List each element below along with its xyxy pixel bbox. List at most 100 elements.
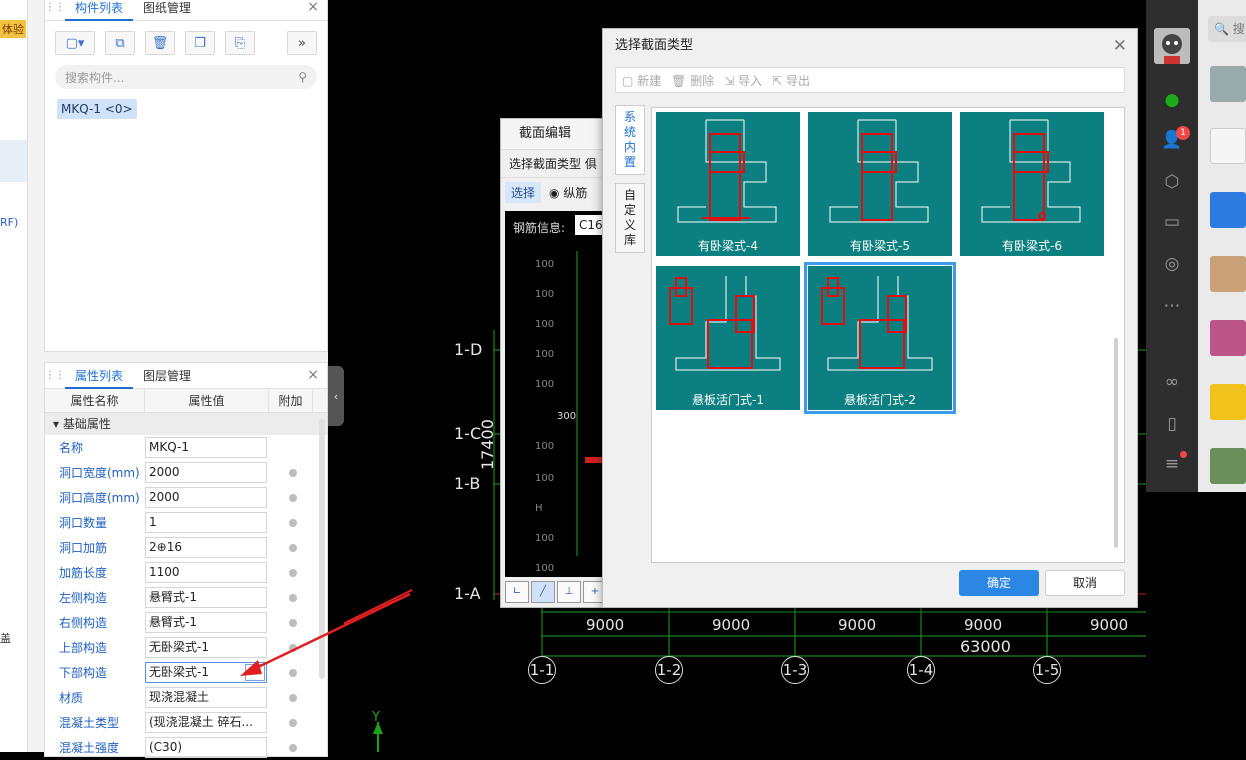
property-value-field[interactable]: 2⊕16 xyxy=(145,537,267,558)
property-row[interactable]: 右侧构造 悬臂式-1 xyxy=(45,610,327,635)
link-icon[interactable]: ∞ xyxy=(1160,370,1184,394)
property-row[interactable]: 混凝土类型 (现浇混凝土 碎石... xyxy=(45,710,327,735)
property-value-field[interactable]: 2000 xyxy=(145,462,267,483)
phone-icon[interactable]: ▯ xyxy=(1160,412,1184,436)
cube-icon[interactable]: ⬡ xyxy=(1160,170,1184,194)
chat-thumbnail[interactable] xyxy=(1210,192,1246,228)
chat-icon[interactable]: ● xyxy=(1160,88,1184,112)
gallery-scrollbar[interactable] xyxy=(1114,338,1118,548)
folder-icon[interactable]: ▭ xyxy=(1160,210,1184,234)
chat-thumbnail[interactable] xyxy=(1210,448,1246,484)
delete-icon[interactable]: 🗑 xyxy=(145,31,175,55)
layer-copy-icon[interactable]: ⎘ xyxy=(225,31,255,55)
property-row[interactable]: 材质 现浇混凝土 xyxy=(45,685,327,710)
close-icon[interactable]: ✕ xyxy=(1113,29,1127,63)
section-card[interactable]: 有卧梁式-5 xyxy=(808,112,952,256)
section-card[interactable]: 有卧梁式-6 xyxy=(960,112,1104,256)
cancel-button[interactable]: 取消 xyxy=(1045,570,1125,596)
property-row[interactable]: 混凝土强度 (C30) xyxy=(45,735,327,760)
tab-layer-management[interactable]: 图层管理 xyxy=(133,363,201,389)
extra-toggle[interactable] xyxy=(289,743,297,752)
nav-label-gai[interactable]: 盖 xyxy=(0,630,11,646)
property-value-field[interactable]: 2000 xyxy=(145,487,267,508)
property-value-field[interactable]: 悬臂式-1 xyxy=(145,587,267,608)
ellipsis-button[interactable]: ··· xyxy=(245,664,265,681)
delete-button[interactable]: 🗑 删除 xyxy=(671,72,714,89)
section-card[interactable]: 有卧梁式-4 xyxy=(656,112,800,256)
property-value-field[interactable]: 现浇混凝土 xyxy=(145,687,267,708)
extra-toggle[interactable] xyxy=(289,518,297,527)
copy-icon[interactable]: ⧉ xyxy=(105,31,135,55)
drag-grip-icon[interactable]: ⋮⋮ xyxy=(45,370,65,381)
perpendicular-tool-icon[interactable]: ⊥ xyxy=(557,581,581,603)
chat-thumbnail[interactable] xyxy=(1210,66,1246,102)
extra-toggle[interactable] xyxy=(289,693,297,702)
property-value-field[interactable]: 1100 xyxy=(145,562,267,583)
chat-thumbnail[interactable] xyxy=(1210,320,1246,356)
property-group-basic[interactable]: ▾ 基础属性 xyxy=(45,413,327,435)
tab-system-builtin[interactable]: 系统内置 xyxy=(615,105,645,175)
property-row[interactable]: 名称 MKQ-1 xyxy=(45,435,327,460)
close-icon[interactable]: × xyxy=(307,0,319,15)
property-row[interactable]: 洞口宽度(mm) 2000 xyxy=(45,460,327,485)
more-icon[interactable]: » xyxy=(287,31,317,55)
section-canvas[interactable]: 钢筋信息: C16 100 100 100 100 100 300 100 100 H 100 10… xyxy=(505,211,615,577)
property-row[interactable]: 加筋长度 1100 xyxy=(45,560,327,585)
property-value-field[interactable]: MKQ-1 xyxy=(145,437,267,458)
section-card[interactable]: 悬板活门式-1 xyxy=(656,266,800,410)
property-row[interactable]: 下部构造 无卧梁式-1 ··· xyxy=(45,660,327,685)
property-row[interactable]: 洞口加筋 2⊕16 xyxy=(45,535,327,560)
tab-custom-library[interactable]: 自定义库 xyxy=(615,183,645,253)
property-scrollbar[interactable] xyxy=(319,419,325,679)
nav-label-rf[interactable]: RF) xyxy=(0,216,18,229)
corner-tool-icon[interactable]: ∟ xyxy=(505,581,529,603)
import-button[interactable]: ⇲ 导入 xyxy=(724,72,762,89)
component-item[interactable]: MKQ-1 <0> xyxy=(57,99,137,119)
chat-thumbnail[interactable] xyxy=(1210,256,1246,292)
tab-property-list[interactable]: 属性列表 xyxy=(65,363,134,389)
duplicate-icon[interactable]: ❐ xyxy=(185,31,215,55)
property-row[interactable]: 洞口高度(mm) 2000 xyxy=(45,485,327,510)
extra-toggle[interactable] xyxy=(289,718,297,727)
property-row[interactable]: 左侧构造 悬臂式-1 xyxy=(45,585,327,610)
close-icon[interactable]: × xyxy=(307,367,319,383)
search-icon[interactable]: ⚲ xyxy=(298,70,307,84)
property-value-field[interactable]: 悬臂式-1 xyxy=(145,612,267,633)
extra-toggle[interactable] xyxy=(289,543,297,552)
extra-toggle[interactable] xyxy=(289,493,297,502)
select-button[interactable]: 选择 xyxy=(505,182,542,203)
more-icon[interactable]: ⋯ xyxy=(1160,294,1184,318)
longitudinal-radio[interactable]: ◉ 纵筋 xyxy=(549,184,587,201)
property-value-field[interactable]: 无卧梁式-1 ··· xyxy=(145,662,267,683)
new-button[interactable]: ▢ 新建 xyxy=(622,72,661,89)
extra-toggle[interactable] xyxy=(289,468,297,477)
moments-icon[interactable]: ◎ xyxy=(1160,252,1184,276)
property-value-field[interactable]: (C30) xyxy=(145,737,267,758)
drag-grip-icon[interactable]: ⋮⋮ xyxy=(45,2,65,13)
export-button[interactable]: ⇱ 导出 xyxy=(772,72,810,89)
line-tool-icon[interactable]: ╱ xyxy=(531,581,555,603)
extra-toggle[interactable] xyxy=(289,618,297,627)
ok-button[interactable]: 确定 xyxy=(959,570,1039,596)
select-section-type-label[interactable]: 选择截面类型 俱 xyxy=(501,149,609,177)
experience-tag[interactable]: 体验 xyxy=(0,20,26,38)
chat-thumbnail[interactable] xyxy=(1210,128,1246,164)
property-value-field[interactable]: 无卧梁式-1 xyxy=(145,637,267,658)
property-row[interactable]: 洞口数量 1 xyxy=(45,510,327,535)
chat-thumbnail[interactable] xyxy=(1210,384,1246,420)
property-row[interactable]: 上部构造 无卧梁式-1 xyxy=(45,635,327,660)
section-card-selected[interactable]: 悬板活门式-2 xyxy=(804,262,956,414)
tab-component-list[interactable]: 构件列表 xyxy=(65,0,134,21)
extra-toggle[interactable] xyxy=(289,643,297,652)
chat-search-input[interactable]: 🔍 搜 xyxy=(1208,16,1246,42)
property-value-field[interactable]: (现浇混凝土 碎石... xyxy=(145,712,267,733)
component-search-input[interactable]: 搜索构件... ⚲ xyxy=(55,65,317,89)
extra-toggle[interactable] xyxy=(289,668,297,677)
tab-drawing-management[interactable]: 图纸管理 xyxy=(133,0,201,21)
new-component-button[interactable]: ▢▾ xyxy=(55,31,95,55)
extra-toggle[interactable] xyxy=(289,568,297,577)
highlighted-nav-item[interactable] xyxy=(0,140,27,182)
property-value-field[interactable]: 1 xyxy=(145,512,267,533)
extra-toggle[interactable] xyxy=(289,593,297,602)
user-avatar[interactable] xyxy=(1154,28,1190,64)
